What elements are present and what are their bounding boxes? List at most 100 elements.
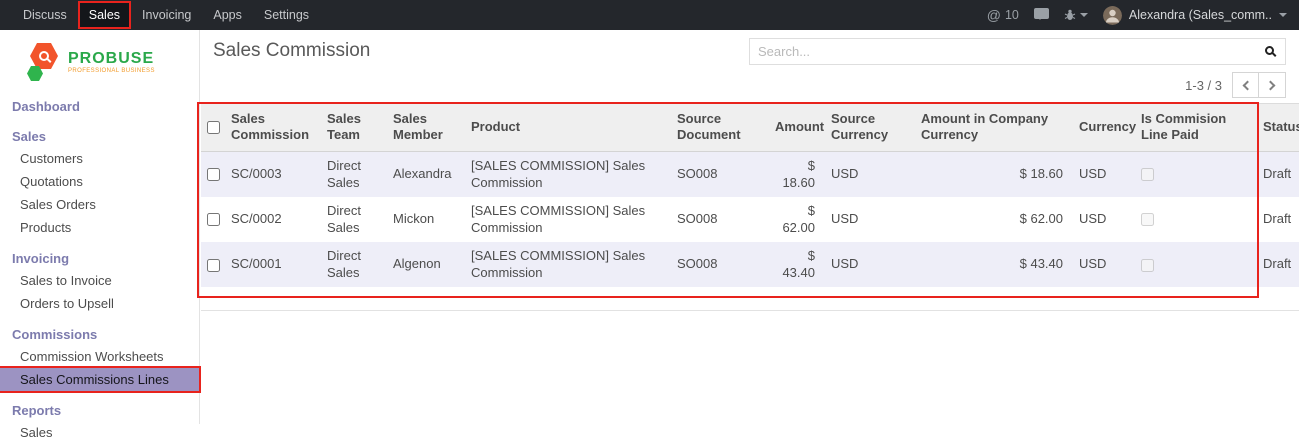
column-header-product[interactable]: Product xyxy=(463,104,669,152)
sidebar-item-sales-commissions-lines[interactable]: Sales Commissions Lines xyxy=(0,368,199,391)
sidebar-nav: Dashboard Sales Customers Quotations Sal… xyxy=(0,95,199,444)
logo-title: PROBUSE xyxy=(68,50,155,68)
menu-apps[interactable]: Apps xyxy=(202,0,253,30)
chevron-down-icon xyxy=(1080,13,1088,17)
probuse-logo: PROBUSE PROFESSIONAL BUSINESS xyxy=(0,30,199,93)
at-icon: @ xyxy=(987,8,1001,22)
cell-sales-team: Direct Sales xyxy=(319,151,385,197)
user-menu[interactable]: Alexandra (Sales_comm.. xyxy=(1103,6,1287,25)
table-row[interactable]: SC/0001 Direct Sales Algenon [SALES COMM… xyxy=(201,242,1299,287)
table-row[interactable]: SC/0003 Direct Sales Alexandra [SALES CO… xyxy=(201,151,1299,197)
cell-product: [SALES COMMISSION] Sales Commission xyxy=(463,197,669,242)
cell-sales-member: Algenon xyxy=(385,242,463,287)
cell-source-document: SO008 xyxy=(669,151,767,197)
cell-is-paid xyxy=(1133,242,1255,287)
column-header-sales-member[interactable]: Sales Member xyxy=(385,104,463,152)
menu-discuss[interactable]: Discuss xyxy=(12,0,78,30)
sidebar-item-orders-to-upsell[interactable]: Orders to Upsell xyxy=(0,292,199,315)
avatar xyxy=(1103,6,1122,25)
cell-source-currency: USD xyxy=(823,197,913,242)
cell-amount-company-currency: $ 18.60 xyxy=(913,151,1071,197)
nav-section-reports: Reports Sales xyxy=(0,399,199,444)
sidebar-item-commission-worksheets[interactable]: Commission Worksheets xyxy=(0,345,199,368)
debug-menu[interactable] xyxy=(1064,9,1088,21)
sidebar-item-customers[interactable]: Customers xyxy=(0,147,199,170)
pager-next-button[interactable] xyxy=(1259,72,1286,98)
app-menu: Discuss Sales Invoicing Apps Settings xyxy=(0,0,320,30)
column-header-status[interactable]: Status xyxy=(1255,104,1299,152)
column-header-source-document[interactable]: Source Document xyxy=(669,104,767,152)
nav-section-invoicing: Invoicing Sales to Invoice Orders to Ups… xyxy=(0,247,199,315)
sidebar-item-quotations[interactable]: Quotations xyxy=(0,170,199,193)
cell-currency: USD xyxy=(1071,197,1133,242)
cell-product: [SALES COMMISSION] Sales Commission xyxy=(463,242,669,287)
logo-subtitle: PROFESSIONAL BUSINESS xyxy=(68,68,155,74)
paid-checkbox xyxy=(1141,259,1154,272)
row-select-checkbox[interactable] xyxy=(207,259,220,272)
cell-product: [SALES COMMISSION] Sales Commission xyxy=(463,151,669,197)
search-box xyxy=(749,38,1286,65)
chevron-left-icon xyxy=(1242,80,1252,90)
search-input[interactable] xyxy=(750,44,1259,59)
cell-sales-commission: SC/0001 xyxy=(223,242,319,287)
cell-sales-member: Mickon xyxy=(385,197,463,242)
cell-status: Draft xyxy=(1255,151,1299,197)
cell-sales-commission: SC/0002 xyxy=(223,197,319,242)
cell-sales-member: Alexandra xyxy=(385,151,463,197)
sidebar-heading-reports[interactable]: Reports xyxy=(0,399,199,421)
cell-status: Draft xyxy=(1255,197,1299,242)
sidebar-item-reports-sales[interactable]: Sales xyxy=(0,421,199,444)
pager-previous-button[interactable] xyxy=(1232,72,1259,98)
sidebar-item-products[interactable]: Products xyxy=(0,216,199,239)
messages-button[interactable] xyxy=(1034,8,1049,22)
column-header-amount-company-currency[interactable]: Amount in Company Currency xyxy=(913,104,1071,152)
cell-sales-team: Direct Sales xyxy=(319,197,385,242)
sidebar: PROBUSE PROFESSIONAL BUSINESS Dashboard … xyxy=(0,30,200,424)
select-all-checkbox[interactable] xyxy=(207,121,220,134)
paid-checkbox xyxy=(1141,168,1154,181)
row-select-checkbox[interactable] xyxy=(207,168,220,181)
column-header-currency[interactable]: Currency xyxy=(1071,104,1133,152)
cell-amount: $ 18.60 xyxy=(767,151,823,197)
menu-settings[interactable]: Settings xyxy=(253,0,320,30)
cell-amount: $ 43.40 xyxy=(767,242,823,287)
column-header-source-currency[interactable]: Source Currency xyxy=(823,104,913,152)
sidebar-heading-dashboard[interactable]: Dashboard xyxy=(0,95,199,117)
menu-invoicing[interactable]: Invoicing xyxy=(131,0,202,30)
chat-icon xyxy=(1034,8,1049,19)
search-icon[interactable] xyxy=(1259,39,1285,64)
column-header-amount[interactable]: Amount xyxy=(767,104,823,152)
sidebar-heading-sales[interactable]: Sales xyxy=(0,125,199,147)
commission-lines-table: Sales Commission Sales Team Sales Member… xyxy=(201,103,1299,287)
mentions-indicator[interactable]: @ 10 xyxy=(987,8,1019,22)
sidebar-heading-invoicing[interactable]: Invoicing xyxy=(0,247,199,269)
table-row[interactable]: SC/0002 Direct Sales Mickon [SALES COMMI… xyxy=(201,197,1299,242)
sidebar-item-sales-to-invoice[interactable]: Sales to Invoice xyxy=(0,269,199,292)
nav-section-dashboard: Dashboard xyxy=(0,95,199,117)
cell-amount: $ 62.00 xyxy=(767,197,823,242)
logo-hexagons xyxy=(30,43,60,81)
page-title: Sales Commission xyxy=(213,40,370,62)
topbar: Discuss Sales Invoicing Apps Settings @ … xyxy=(0,0,1299,30)
paid-checkbox xyxy=(1141,213,1154,226)
cell-amount-company-currency: $ 62.00 xyxy=(913,197,1071,242)
column-header-is-commission-line-paid[interactable]: Is Commision Line Paid xyxy=(1133,104,1255,152)
cell-source-currency: USD xyxy=(823,151,913,197)
mention-count: 10 xyxy=(1005,8,1019,22)
cell-currency: USD xyxy=(1071,151,1133,197)
user-name: Alexandra (Sales_comm.. xyxy=(1129,8,1272,22)
column-header-sales-team[interactable]: Sales Team xyxy=(319,104,385,152)
sidebar-heading-commissions[interactable]: Commissions xyxy=(0,323,199,345)
cell-amount-company-currency: $ 43.40 xyxy=(913,242,1071,287)
menu-sales[interactable]: Sales xyxy=(78,1,131,29)
column-header-sales-commission[interactable]: Sales Commission xyxy=(223,104,319,152)
cell-currency: USD xyxy=(1071,242,1133,287)
sidebar-item-sales-orders[interactable]: Sales Orders xyxy=(0,193,199,216)
row-select-checkbox[interactable] xyxy=(207,213,220,226)
main-content: Sales Commission 1-3 / 3 Sales Commis xyxy=(201,30,1299,424)
cell-source-currency: USD xyxy=(823,242,913,287)
cell-source-document: SO008 xyxy=(669,242,767,287)
nav-section-commissions: Commissions Commission Worksheets Sales … xyxy=(0,323,199,391)
chevron-right-icon xyxy=(1266,80,1276,90)
table-bottom-divider xyxy=(201,310,1299,311)
